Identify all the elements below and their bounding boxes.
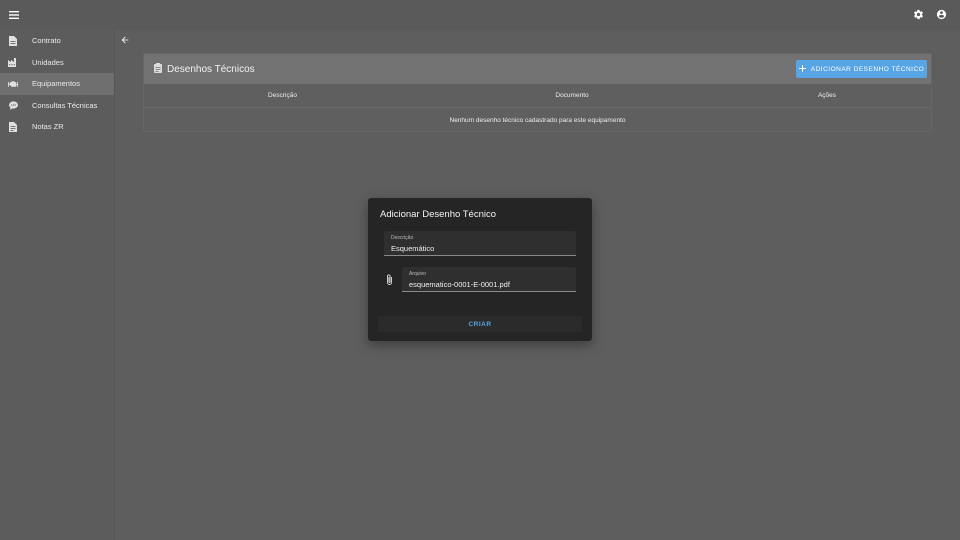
sidebar-item-notas-zr[interactable]: Notas ZR: [0, 116, 114, 138]
criar-button[interactable]: CRIAR: [378, 316, 582, 332]
arquivo-field[interactable]: Arquivo esquematico-0001-E-0001.pdf: [402, 267, 576, 292]
empty-state-message: Nenhum desenho técnico cadastrado para e…: [449, 116, 626, 124]
chat-bubble-icon: [8, 100, 18, 110]
engine-icon: [8, 79, 18, 89]
card-title: Desenhos Técnicos: [167, 63, 255, 75]
arquivo-value: esquematico-0001-E-0001.pdf: [409, 280, 510, 289]
document-icon: [8, 35, 18, 46]
card-header: Desenhos Técnicos ADICIONAR DESENHO TÉCN…: [144, 54, 931, 84]
add-technical-drawing-button[interactable]: ADICIONAR DESENHO TÉCNICO: [796, 60, 927, 78]
add-technical-drawing-dialog: Adicionar Desenho Técnico Descrição Esqu…: [368, 198, 592, 341]
sidebar-item-consultas-tecnicas[interactable]: Consultas Técnicas: [0, 95, 114, 117]
sidebar-item-label: Unidades: [32, 57, 64, 67]
clipboard-icon: [154, 60, 162, 78]
arquivo-label: Arquivo: [409, 271, 426, 277]
account-circle-icon[interactable]: [934, 7, 948, 21]
sidebar-item-label: Equipamentos: [32, 79, 80, 89]
dialog-title: Adicionar Desenho Técnico: [380, 209, 497, 220]
factory-icon: [8, 57, 18, 67]
paperclip-icon[interactable]: [385, 274, 394, 286]
descricao-field[interactable]: Descrição Esquemático: [384, 231, 576, 256]
sidebar-item-unidades[interactable]: Unidades: [0, 52, 114, 74]
add-button-label: ADICIONAR DESENHO TÉCNICO: [810, 65, 925, 73]
sidebar-item-contrato[interactable]: Contrato: [0, 30, 114, 52]
plus-icon: [798, 64, 806, 74]
technical-drawings-card: Desenhos Técnicos ADICIONAR DESENHO TÉCN…: [143, 53, 932, 132]
menu-icon[interactable]: [6, 7, 22, 23]
top-app-bar: [0, 0, 960, 30]
column-header-acoes: Ações: [817, 92, 837, 99]
arrow-left-icon[interactable]: [119, 34, 131, 46]
descricao-label: Descrição: [391, 235, 414, 241]
sidebar-item-equipamentos[interactable]: Equipamentos: [0, 73, 114, 95]
table-header: Descrição Documento Ações: [144, 84, 931, 108]
sidebar: Contrato Unidades Equipamentos Consultas…: [0, 30, 115, 540]
criar-button-label: CRIAR: [468, 320, 492, 328]
note-icon: [8, 121, 18, 132]
gear-icon[interactable]: [911, 7, 925, 21]
column-header-descricao: Descrição: [268, 92, 297, 99]
descricao-value: Esquemático: [391, 244, 435, 253]
column-header-documento: Documento: [555, 92, 589, 99]
sidebar-item-label: Consultas Técnicas: [32, 100, 98, 110]
sidebar-item-label: Notas ZR: [32, 122, 64, 132]
sidebar-item-label: Contrato: [32, 36, 61, 46]
